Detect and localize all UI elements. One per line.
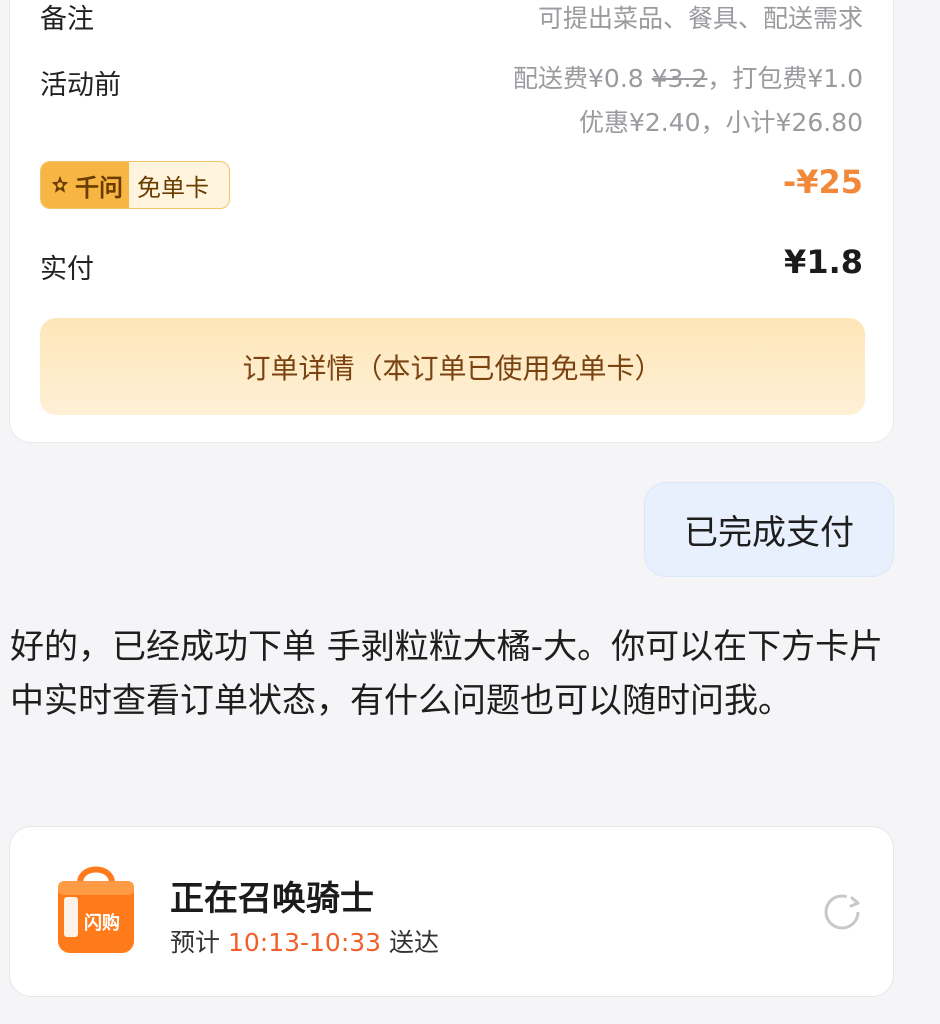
paid-amount: ¥1.8: [784, 243, 863, 281]
badge-card-label: 免单卡: [137, 173, 209, 202]
discount-amount: -¥25: [782, 163, 863, 201]
qianwen-brand: 千问: [41, 162, 129, 208]
remark-field[interactable]: 可提出菜品、餐具、配送需求: [538, 0, 863, 35]
discount-subtotal: 优惠¥2.40，小计¥26.80: [578, 108, 863, 137]
eta-prefix: 预计: [170, 928, 228, 957]
shopping-bag-icon: 闪购: [58, 866, 134, 953]
user-message-bubble: 已完成支付: [644, 482, 894, 577]
eta-time: 10:13-10:33: [227, 928, 382, 957]
rider-status-title: 正在召唤骑士: [170, 879, 374, 919]
paid-label: 实付: [40, 254, 94, 285]
assistant-reply: 好的，已经成功下单 手剥粒粒大橘-大。你可以在下方卡片中实时查看订单状态，有什么…: [10, 627, 884, 721]
refresh-icon[interactable]: [821, 891, 863, 933]
delivery-fee-price: ¥0.8: [588, 64, 644, 93]
order-summary-card: 备注 可提出菜品、餐具、配送需求 活动前 配送费¥0.8 ¥3.2，打包费¥1.…: [9, 0, 894, 443]
qianwen-star-icon: [51, 175, 69, 193]
bag-label: 闪购: [84, 912, 120, 934]
free-order-card-badge: 千问 免单卡: [40, 161, 230, 209]
fee-line: 配送费¥0.8 ¥3.2，打包费¥1.0: [513, 59, 863, 95]
delivery-fee-original: ¥3.2: [651, 64, 708, 93]
pre-activity-label: 活动前: [40, 70, 121, 101]
delivery-fee-label: 配送费: [513, 64, 589, 93]
rider-status-card[interactable]: 闪购 正在召唤骑士 预计 10:13-10:33 送达: [9, 826, 894, 997]
order-detail-button[interactable]: 订单详情（本订单已使用免单卡）: [40, 318, 865, 415]
eta-line: 预计 10:13-10:33 送达: [170, 923, 439, 959]
packing-fee: ，打包费¥1.0: [707, 64, 863, 93]
remark-label: 备注: [40, 4, 94, 35]
badge-brand-label: 千问: [75, 173, 123, 202]
eta-suffix: 送达: [381, 928, 440, 957]
